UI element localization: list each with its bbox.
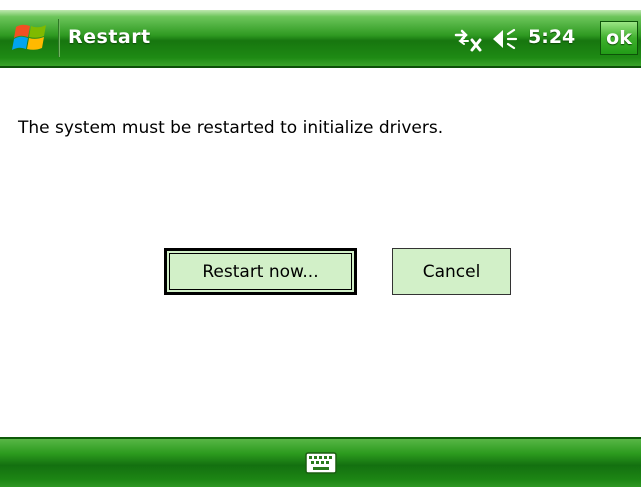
- volume-icon[interactable]: [490, 25, 520, 53]
- ok-button[interactable]: ok: [600, 21, 638, 55]
- restart-now-label: Restart now...: [202, 261, 319, 282]
- keyboard-icon[interactable]: [305, 452, 337, 474]
- cancel-button[interactable]: Cancel: [392, 248, 511, 295]
- title-bar: Restart 5:24 ok: [0, 0, 641, 72]
- connectivity-off-icon[interactable]: [452, 25, 484, 53]
- clock-display[interactable]: 5:24: [528, 26, 575, 48]
- restart-now-button[interactable]: Restart now...: [164, 248, 357, 295]
- cancel-label: Cancel: [422, 261, 481, 282]
- windows-flag-icon[interactable]: [10, 17, 52, 59]
- title-separator: [58, 19, 60, 57]
- restart-message: The system must be restarted to initiali…: [18, 118, 444, 138]
- window-title: Restart: [68, 26, 151, 48]
- restart-dialog-screen: Restart 5:24 ok The system must be resta…: [0, 0, 641, 487]
